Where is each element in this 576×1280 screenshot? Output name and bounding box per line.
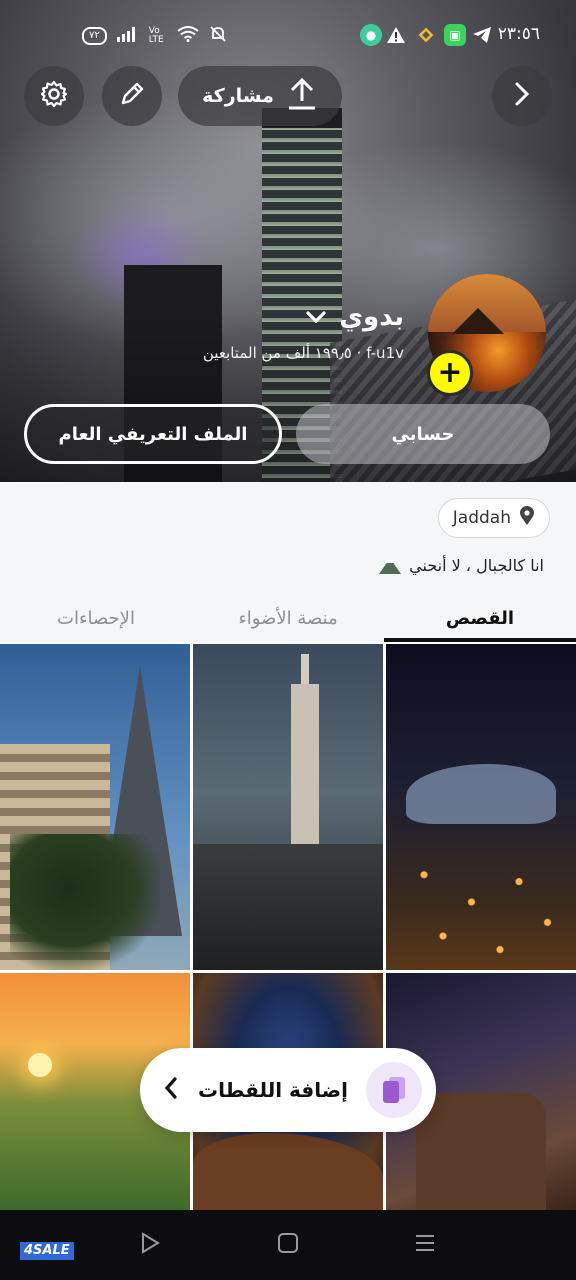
- add-story-button[interactable]: +: [427, 350, 473, 396]
- system-navigation-bar: [0, 1210, 576, 1280]
- public-profile-button[interactable]: الملف التعريفي العام: [24, 404, 282, 464]
- add-snaps-button[interactable]: إضافة اللقطات: [140, 1048, 436, 1132]
- status-bar: ٧٢ Vo LTE ● ▣ ٢٣:٥٦: [0, 0, 576, 72]
- username-and-followers: f-u1v · ١٩٩٫٥ ألف من المتابعين: [202, 344, 404, 362]
- app-green-icon: ▣: [444, 24, 466, 46]
- edit-button[interactable]: [102, 66, 162, 126]
- brand-logo: 4SALE: [20, 1242, 74, 1260]
- tab-spotlight[interactable]: منصة الأضواء: [192, 600, 384, 642]
- display-name: بدوي: [339, 302, 404, 332]
- display-name-selector[interactable]: بدوي: [305, 302, 404, 332]
- bio: انا كالجبال ، لا أنحني: [379, 556, 544, 575]
- home-icon[interactable]: [277, 1232, 299, 1254]
- chevron-left-icon: [162, 1076, 180, 1104]
- forward-button[interactable]: [492, 66, 552, 126]
- app-notification-icon: ●: [360, 24, 382, 46]
- telegram-icon: [472, 24, 492, 46]
- share-label: مشاركة: [202, 85, 274, 107]
- gear-icon: [39, 79, 69, 113]
- tab-stories[interactable]: القصص: [384, 600, 576, 642]
- chevron-right-icon: [511, 81, 533, 111]
- plus-icon: +: [437, 355, 463, 390]
- status-indicators: ٧٢ Vo LTE: [82, 25, 227, 46]
- profile-screen: ٧٢ Vo LTE ● ▣ ٢٣:٥٦ مشاركة + بدوي f-u1v …: [0, 0, 576, 1280]
- upload-icon: [286, 77, 318, 115]
- bio-text: انا كالجبال ، لا أنحني: [409, 556, 544, 575]
- story-thumbnail[interactable]: [386, 644, 576, 970]
- my-account-button[interactable]: حسابي: [296, 404, 550, 464]
- add-snaps-label: إضافة اللقطات: [198, 1078, 348, 1102]
- settings-button[interactable]: [24, 66, 84, 126]
- story-thumbnail[interactable]: [193, 644, 383, 970]
- play-icon[interactable]: [140, 1232, 160, 1254]
- profile-info-section: Jaddah انا كالجبال ، لا أنحني الإحصاءات …: [0, 482, 576, 642]
- warning-icon: [386, 24, 406, 46]
- pencil-icon: [118, 80, 146, 112]
- tab-insights[interactable]: الإحصاءات: [0, 600, 192, 642]
- mute-bell-icon: [209, 25, 227, 46]
- status-time: ٢٣:٥٦: [497, 24, 540, 44]
- story-thumbnail[interactable]: [0, 644, 190, 970]
- profile-tabs: الإحصاءات منصة الأضواء القصص: [0, 600, 576, 642]
- battery-indicator: ٧٢: [82, 26, 107, 45]
- volte-label: Vo LTE: [148, 25, 164, 45]
- wifi-icon: [177, 26, 199, 45]
- binance-icon: [416, 24, 436, 46]
- signal-icon: [116, 26, 139, 45]
- snaps-stack-icon: [366, 1062, 422, 1118]
- location-text: Jaddah: [452, 508, 511, 528]
- mountain-icon: [379, 557, 402, 574]
- location-chip[interactable]: Jaddah: [437, 498, 550, 538]
- menu-icon[interactable]: [414, 1232, 436, 1254]
- chevron-down-icon: [305, 302, 327, 332]
- location-pin-icon: [519, 505, 535, 531]
- share-button[interactable]: مشاركة: [178, 66, 342, 126]
